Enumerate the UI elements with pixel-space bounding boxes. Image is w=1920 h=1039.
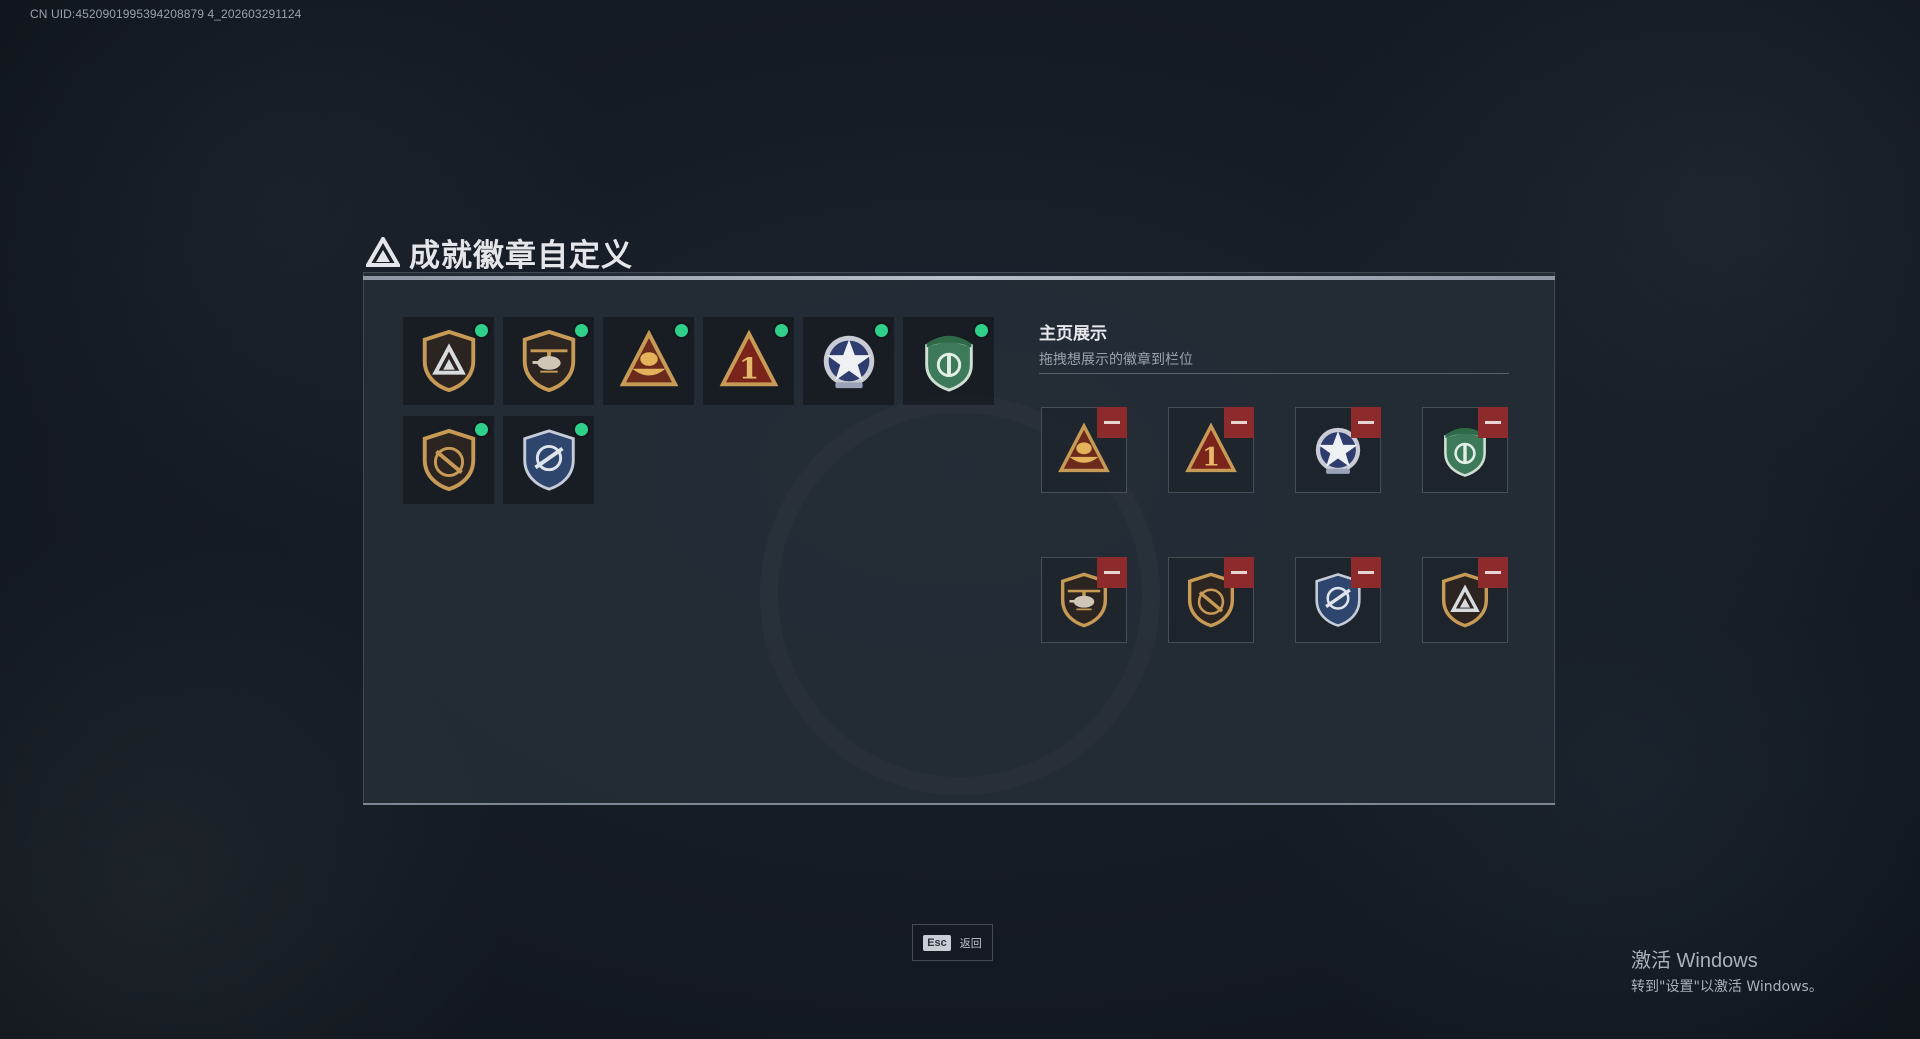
showcase-slot[interactable]: 1 xyxy=(1168,407,1254,493)
rifle-shield-badge-icon xyxy=(422,428,475,492)
equipped-indicator-icon xyxy=(675,324,688,337)
watermark-title: 激活 Windows xyxy=(1631,950,1758,972)
minus-icon xyxy=(1104,421,1120,424)
showcase-slot[interactable] xyxy=(1422,557,1508,643)
star-wings-badge-icon xyxy=(823,335,874,389)
minus-icon xyxy=(1358,571,1374,574)
blue-wreath-shield-badge-icon xyxy=(522,429,575,491)
panel-bottom-border xyxy=(363,803,1555,805)
owned-badge-slot[interactable] xyxy=(503,416,594,504)
triangle-logo-icon xyxy=(366,237,400,267)
minus-icon xyxy=(1231,571,1247,574)
boat-triangle-badge-icon xyxy=(619,329,678,387)
equipped-indicator-icon xyxy=(575,324,588,337)
showcase-slot[interactable] xyxy=(1422,407,1508,493)
minus-icon xyxy=(1104,571,1120,574)
remove-badge-button[interactable] xyxy=(1351,407,1381,438)
showcase-slot[interactable] xyxy=(1041,557,1127,643)
showcase-subtitle: 拖拽想展示的徽章到栏位 xyxy=(1039,352,1193,368)
owned-badge-slot[interactable] xyxy=(603,317,694,405)
back-button[interactable]: Esc 返回 xyxy=(912,924,993,961)
showcase-slot[interactable] xyxy=(1041,407,1127,493)
panel-top-border xyxy=(363,276,1555,280)
green-beret-shield-badge-icon xyxy=(924,335,973,392)
owned-badge-slot[interactable] xyxy=(903,317,994,405)
uid-label: CN UID:4520901995394208879 4_20260329112… xyxy=(30,7,302,21)
owned-badge-slot[interactable] xyxy=(503,317,594,405)
remove-badge-button[interactable] xyxy=(1351,557,1381,588)
minus-icon xyxy=(1485,421,1501,424)
remove-badge-button[interactable] xyxy=(1097,557,1127,588)
back-label: 返回 xyxy=(959,936,982,950)
esc-key-icon: Esc xyxy=(923,934,951,951)
showcase-title: 主页展示 xyxy=(1039,324,1107,344)
svg-text:1: 1 xyxy=(1202,442,1220,472)
showcase-slot[interactable] xyxy=(1295,557,1381,643)
owned-badge-slot[interactable] xyxy=(403,416,494,504)
showcase-slot[interactable] xyxy=(1295,407,1381,493)
owned-badge-slot[interactable] xyxy=(403,317,494,405)
equipped-indicator-icon xyxy=(575,423,588,436)
minus-icon xyxy=(1358,421,1374,424)
number-one-triangle-badge-icon: 1 xyxy=(719,329,778,387)
remove-badge-button[interactable] xyxy=(1224,407,1254,438)
showcase-slot[interactable] xyxy=(1168,557,1254,643)
showcase-divider xyxy=(1039,373,1509,374)
svg-text:1: 1 xyxy=(738,351,758,385)
watermark-subtitle: 转到"设置"以激活 Windows。 xyxy=(1631,979,1823,995)
equipped-indicator-icon xyxy=(775,324,788,337)
minus-icon xyxy=(1231,421,1247,424)
equipped-indicator-icon xyxy=(875,324,888,337)
equipped-indicator-icon xyxy=(975,324,988,337)
shield-triangle-badge-icon xyxy=(422,329,475,393)
remove-badge-button[interactable] xyxy=(1478,557,1508,588)
page-title: 成就徽章自定义 xyxy=(409,237,633,274)
equipped-indicator-icon xyxy=(475,423,488,436)
owned-badge-slot[interactable]: 1 xyxy=(703,317,794,405)
remove-badge-button[interactable] xyxy=(1478,407,1508,438)
showcase-header: 主页展示 拖拽想展示的徽章到栏位 xyxy=(1039,319,1193,369)
remove-badge-button[interactable] xyxy=(1097,407,1127,438)
minus-icon xyxy=(1485,571,1501,574)
equipped-indicator-icon xyxy=(475,324,488,337)
remove-badge-button[interactable] xyxy=(1224,557,1254,588)
page-header: 成就徽章自定义 xyxy=(366,232,633,274)
helicopter-shield-badge-icon xyxy=(522,329,575,393)
owned-badge-slot[interactable] xyxy=(803,317,894,405)
windows-activation-watermark: 激活 Windows 转到"设置"以激活 Windows。 xyxy=(1631,944,1823,996)
